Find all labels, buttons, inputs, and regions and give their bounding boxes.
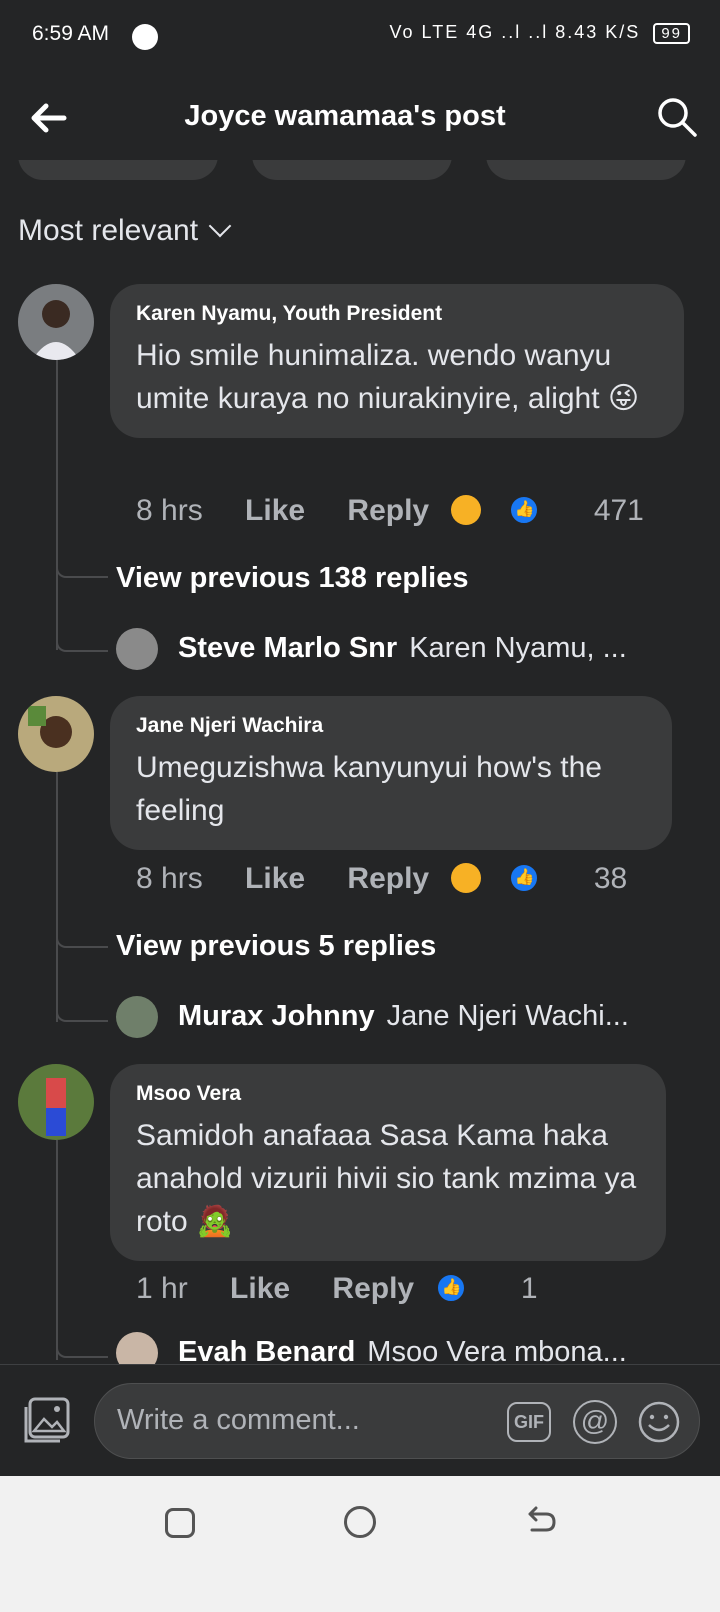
reply-author[interactable]: Murax Johnny — [178, 1000, 375, 1032]
like-reaction-icon: 👍 — [436, 1273, 467, 1304]
thread-elbow — [56, 610, 108, 652]
like-button[interactable]: Like — [230, 1272, 290, 1305]
emoji-icon[interactable] — [637, 1400, 681, 1444]
comment-bubble[interactable]: Jane Njeri Wachira Umeguzishwa kanyunyui… — [110, 696, 672, 850]
like-button[interactable]: Like — [245, 494, 305, 527]
thread-elbow — [56, 540, 108, 578]
view-previous-replies[interactable]: View previous 5 replies — [116, 930, 436, 963]
sort-dropdown[interactable]: Most relevant — [18, 214, 232, 248]
reaction-count[interactable]: 1 — [521, 1272, 538, 1305]
reaction-count[interactable]: 38 — [594, 862, 627, 895]
comment-placeholder: Write a comment... — [117, 1404, 360, 1436]
reply-button[interactable]: Reply — [347, 862, 429, 895]
reply-avatar[interactable] — [116, 996, 158, 1038]
comment-text: Hio smile hunimaliza. wendo wanyu umite … — [136, 339, 640, 415]
comment-time: 8 hrs — [136, 862, 203, 895]
thread-elbow — [56, 1316, 108, 1358]
avatar[interactable] — [18, 696, 94, 772]
thread-elbow — [56, 910, 108, 948]
comment-composer: Write a comment... GIF @ — [0, 1364, 720, 1476]
reaction-icons[interactable]: 👍 — [451, 860, 573, 894]
system-nav-bar — [0, 1476, 720, 1612]
chip[interactable] — [486, 160, 686, 180]
comment-time: 8 hrs — [136, 494, 203, 527]
status-bar: 6:59 AM Vo LTE 4G ..l ..l 8.43 K/S 99 — [0, 0, 720, 72]
comment-author[interactable]: Jane Njeri Wachira — [136, 714, 646, 738]
reply-text: Jane Njeri Wachi... — [386, 1000, 629, 1032]
reply-author[interactable]: Steve Marlo Snr — [178, 632, 397, 664]
view-previous-replies[interactable]: View previous 138 replies — [116, 562, 469, 595]
comment-time: 1 hr — [136, 1272, 188, 1305]
recents-button[interactable] — [165, 1508, 195, 1538]
comment-text: Umeguzishwa kanyunyui how's the feeling — [136, 751, 602, 827]
status-icons: Vo LTE 4G ..l ..l 8.43 K/S 99 — [384, 22, 690, 44]
chip[interactable] — [18, 160, 218, 180]
haha-icon — [451, 495, 482, 526]
chip[interactable] — [252, 160, 452, 180]
whatsapp-icon — [132, 24, 158, 50]
signal-icons: Vo LTE 4G ..l ..l 8.43 K/S — [383, 22, 641, 42]
haha-icon — [451, 863, 482, 894]
comment-input[interactable]: Write a comment... GIF @ — [94, 1383, 700, 1459]
back-nav-icon[interactable] — [522, 1504, 558, 1540]
comment-author[interactable]: Msoo Vera — [136, 1082, 640, 1106]
comment-author[interactable]: Karen Nyamu, Youth President — [136, 302, 658, 326]
thread-line — [56, 360, 58, 650]
gif-icon[interactable]: GIF — [507, 1402, 551, 1442]
search-icon[interactable] — [656, 96, 698, 138]
photo-icon[interactable] — [22, 1395, 72, 1445]
reply-text: Karen Nyamu, ... — [409, 632, 627, 664]
reaction-count[interactable]: 471 — [594, 494, 644, 527]
comment-meta: 8 hrs Like Reply 👍 38 — [136, 862, 661, 897]
home-button[interactable] — [344, 1506, 376, 1538]
chevron-down-icon — [208, 214, 232, 238]
reply-preview[interactable]: Murax Johnny Jane Njeri Wachi... — [178, 1000, 678, 1033]
status-time: 6:59 AM — [32, 22, 110, 45]
comment-meta: 8 hrs Like Reply 👍 471 — [136, 494, 678, 529]
reply-preview[interactable]: Steve Marlo Snr Karen Nyamu, ... — [178, 632, 678, 665]
reaction-icons[interactable]: 👍 — [436, 1270, 500, 1304]
top-bar: Joyce wamamaa's post — [0, 78, 720, 164]
thread-elbow — [56, 980, 108, 1022]
reaction-chips — [0, 160, 720, 184]
like-reaction-icon: 👍 — [509, 495, 540, 526]
like-button[interactable]: Like — [245, 862, 305, 895]
reply-button[interactable]: Reply — [347, 494, 429, 527]
comment-bubble[interactable]: Msoo Vera Samidoh anafaaa Sasa Kama haka… — [110, 1064, 666, 1261]
avatar[interactable] — [18, 1064, 94, 1140]
reply-avatar[interactable] — [116, 628, 158, 670]
avatar[interactable] — [18, 284, 94, 360]
sort-label: Most relevant — [18, 214, 199, 247]
like-reaction-icon: 👍 — [509, 863, 540, 894]
reaction-icons[interactable]: 👍 — [451, 492, 573, 526]
comment-meta: 1 hr Like Reply 👍 1 — [136, 1272, 572, 1307]
reply-button[interactable]: Reply — [332, 1272, 414, 1305]
comment-text: Samidoh anafaaa Sasa Kama haka anahold v… — [136, 1119, 637, 1238]
page-title: Joyce wamamaa's post — [184, 100, 506, 132]
mention-icon[interactable]: @ — [573, 1400, 617, 1444]
comment-bubble[interactable]: Karen Nyamu, Youth President Hio smile h… — [110, 284, 684, 438]
battery-icon: 99 — [653, 23, 690, 44]
